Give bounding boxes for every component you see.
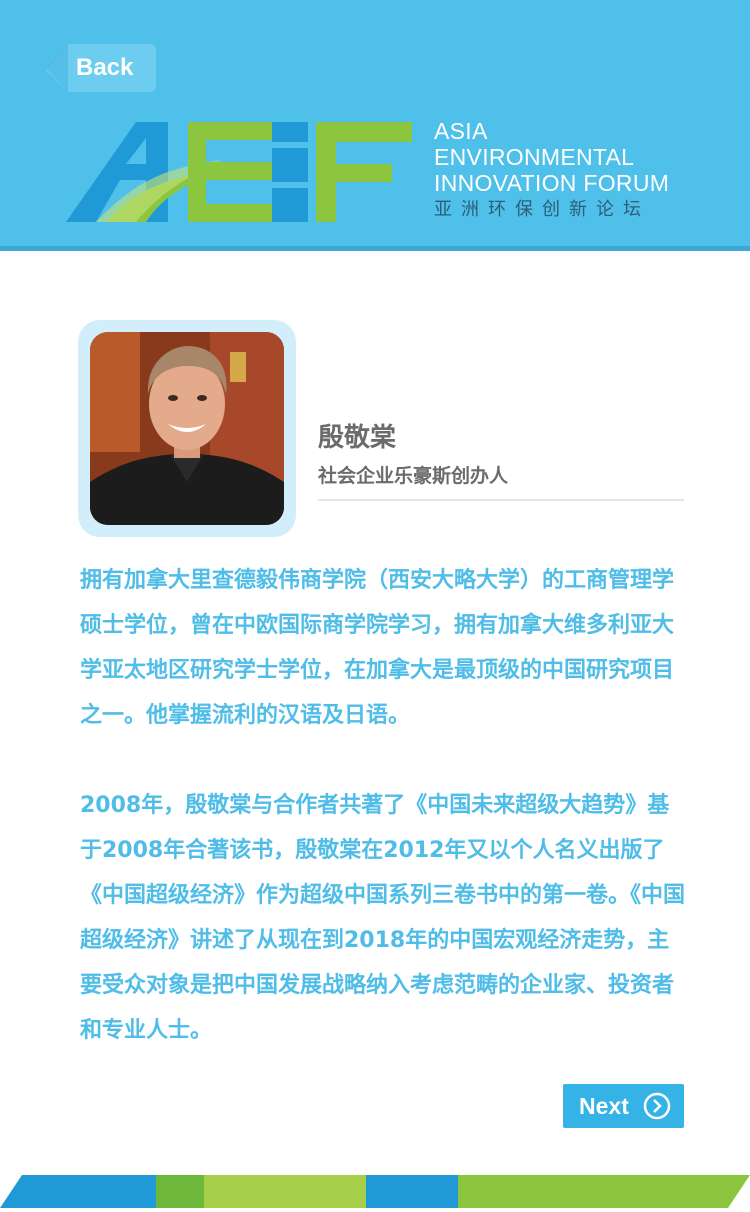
chevron-right-circle-icon <box>643 1092 671 1120</box>
bio-text: 拥有加拿大里查德毅伟商学院（西安大略大学）的工商管理学硕士学位，曾在中欧国际商学… <box>80 558 690 1053</box>
logo-line-2: ENVIRONMENTAL <box>434 144 635 170</box>
next-button[interactable]: Next <box>563 1084 684 1128</box>
aeif-logo <box>66 120 416 224</box>
profile-title: 社会企业乐豪斯创办人 <box>318 465 509 487</box>
avatar-frame <box>78 320 296 537</box>
bio-paragraph-2: 2008年，殷敬棠与合作者共著了《中国未来超级大趋势》基于2008年合著该书，殷… <box>80 793 686 1043</box>
bio-paragraph-1: 拥有加拿大里查德毅伟商学院（西安大略大学）的工商管理学硕士学位，曾在中欧国际商学… <box>80 568 675 728</box>
logo-wordmark: ASIA ENVIRONMENTAL INNOVATION FORUM 亚洲环保… <box>434 118 734 224</box>
footer-stripe <box>0 1175 750 1208</box>
avatar <box>90 332 284 525</box>
back-label: Back <box>76 54 134 81</box>
back-button[interactable]: Back <box>46 44 156 92</box>
logo-chinese: 亚洲环保创新论坛 <box>434 199 650 220</box>
logo-line-1: ASIA <box>434 118 488 144</box>
header-divider <box>0 246 750 251</box>
profile-divider <box>318 499 684 501</box>
profile-name: 殷敬棠 <box>318 423 397 453</box>
next-label: Next <box>579 1093 629 1119</box>
logo-line-3: INNOVATION FORUM <box>434 170 670 196</box>
